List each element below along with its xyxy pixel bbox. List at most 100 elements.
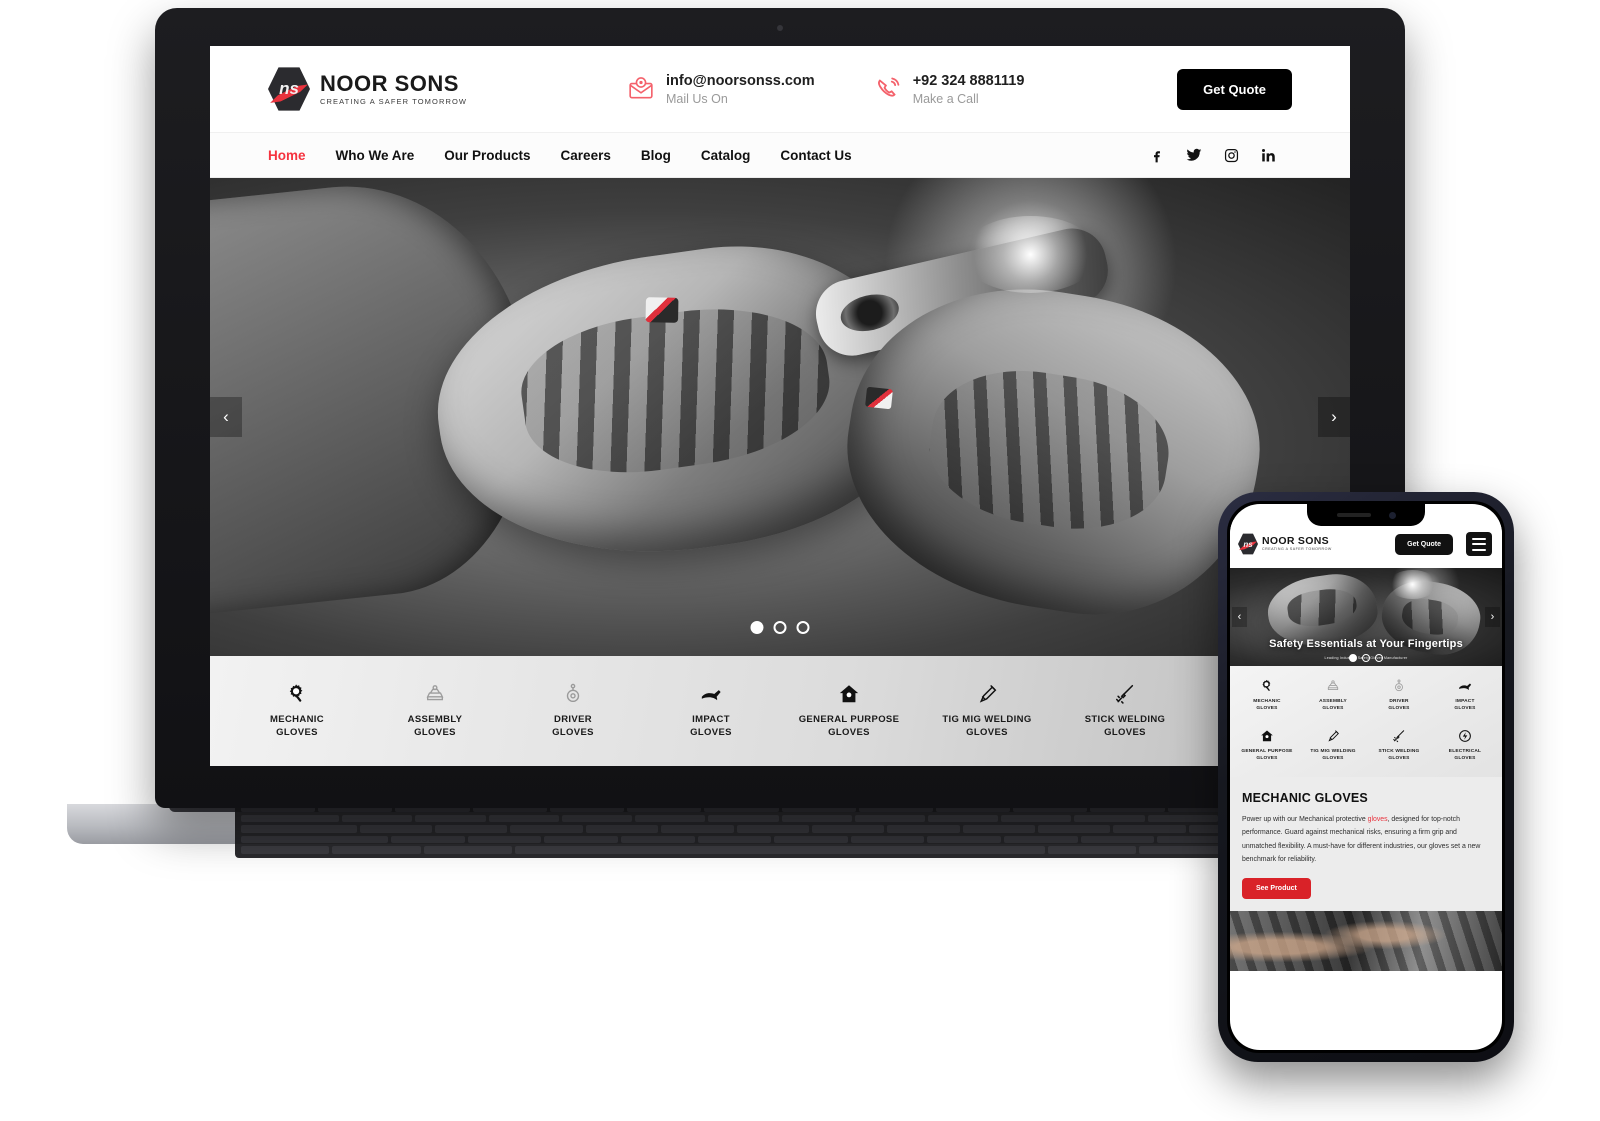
nav-item-careers[interactable]: Careers (561, 148, 611, 163)
mobile-section-title: MECHANIC GLOVES (1242, 790, 1368, 805)
phone-camera (1388, 511, 1396, 519)
nav-item-our-products[interactable]: Our Products (444, 148, 530, 163)
category-label: ASSEMBLY GLOVES (1319, 699, 1347, 711)
header-phone[interactable]: +92 324 8881119 Make a Call (875, 73, 1024, 106)
mobile-category-general-purpose-gloves[interactable]: GENERAL PURPOSE GLOVES (1234, 728, 1300, 762)
hexagon-logo-icon: ns (268, 66, 310, 112)
tig-mig-welding-icon (976, 682, 998, 706)
mobile-bottom-image (1230, 910, 1502, 971)
hero-next-arrow[interactable]: › (1318, 397, 1350, 437)
get-quote-button[interactable]: Get Quote (1177, 68, 1292, 110)
mobile-category-stick-welding-gloves[interactable]: STICK WELDING GLOVES (1366, 728, 1432, 762)
hero-pagination-dots (750, 621, 810, 634)
mobile-hero-flare (1387, 569, 1437, 600)
nav-items: Home Who We Are Our Products Careers Blo… (268, 148, 852, 163)
category-label: STICK WELDING GLOVES (1084, 714, 1166, 738)
category-label: ELECTRICALGLOVES (1448, 749, 1482, 762)
category-label: DRIVER GLOVES (552, 714, 594, 738)
nav-item-who-we-are[interactable]: Who We Are (336, 148, 415, 163)
facebook-icon[interactable] (1149, 148, 1164, 163)
main-navigation: Home Who We Are Our Products Careers Blo… (210, 132, 1350, 178)
mobile-hero-dot-2[interactable] (1362, 654, 1370, 662)
category-impact-gloves[interactable]: IMPACT GLOVES (642, 682, 780, 740)
electrical-gloves-icon (1458, 728, 1472, 744)
nav-item-home[interactable]: Home (268, 148, 306, 163)
mobile-hero-dot-3[interactable] (1375, 654, 1383, 662)
category-assembly-gloves[interactable]: ASSEMBLY GLOVES (366, 682, 504, 740)
hexagon-logo-icon: ns (1238, 533, 1258, 555)
phone-bezel: ns NOOR SONS CREATING A SAFER TOMORROW G… (1227, 501, 1505, 1053)
twitter-icon[interactable] (1186, 147, 1202, 163)
nav-item-contact-us[interactable]: Contact Us (780, 148, 851, 163)
phone-body: ns NOOR SONS CREATING A SAFER TOMORROW G… (1218, 492, 1514, 1062)
mobile-product-section: MECHANIC GLOVES Power up with our Mechan… (1230, 776, 1502, 911)
mobile-brand-logo[interactable]: ns NOOR SONS CREATING A SAFER TOMORROW (1238, 533, 1332, 555)
mobile-hero-dots (1349, 654, 1383, 662)
mobile-hero-slider: ‹ › Safety Essentials at Your Fingertips… (1230, 568, 1502, 666)
hero-dot-2[interactable] (773, 621, 787, 634)
header-contacts: info@noorsonss.com Mail Us On +92 324 88… (628, 73, 1024, 106)
general-gloves-icon (838, 682, 860, 706)
mobile-header: ns NOOR SONS CREATING A SAFER TOMORROW G… (1230, 520, 1502, 568)
brand-name: NOOR SONS (320, 70, 459, 96)
impact-gloves-icon (699, 682, 723, 706)
laptop-screen: ns NOOR SONS CREATING A SAFER TOMORROW i… (210, 46, 1350, 766)
mobile-hero-prev-arrow[interactable]: ‹ (1232, 607, 1247, 627)
category-label: DRIVER GLOVES (1388, 699, 1410, 711)
website-desktop: ns NOOR SONS CREATING A SAFER TOMORROW i… (210, 46, 1350, 766)
logo-monogram: ns (279, 79, 299, 98)
nav-item-catalog[interactable]: Catalog (701, 148, 751, 163)
mobile-hero-caption: Safety Essentials at Your Fingertips (1269, 638, 1463, 650)
hero-prev-arrow[interactable]: ‹ (210, 397, 242, 437)
driver-gloves-icon (562, 682, 584, 706)
mobile-category-grid: MECHANIC GLOVES ASSEMBLY GLOVES DRIVER GLOV… (1230, 666, 1502, 777)
category-label: TIG MIG WELDING GLOVES (1310, 749, 1356, 762)
hero-dot-1[interactable] (750, 621, 764, 634)
laptop-keyboard (235, 800, 1325, 858)
category-tig-mig-welding-gloves[interactable]: TIG MIG WELDING GLOVES (918, 682, 1056, 740)
header-email[interactable]: info@noorsonss.com Mail Us On (628, 73, 815, 106)
nav-item-blog[interactable]: Blog (641, 148, 671, 163)
mobile-category-tig-mig-welding-gloves[interactable]: TIG MIG WELDING GLOVES (1300, 728, 1366, 762)
tig-mig-welding-icon (1326, 728, 1340, 744)
phone-speaker (1336, 513, 1371, 517)
category-label: GENERAL PURPOSE GLOVES (798, 714, 900, 738)
mobile-category-driver-gloves[interactable]: DRIVER GLOVES (1366, 678, 1432, 712)
phone-notch (1307, 504, 1425, 526)
mobile-category-electrical-gloves[interactable]: ELECTRICAL GLOVES (1432, 728, 1498, 762)
category-label: MECHANIC GLOVES (270, 714, 324, 738)
mobile-section-body: Power up with our Mechanical protective … (1242, 813, 1490, 867)
stick-welding-icon (1392, 728, 1406, 744)
hero-dot-3[interactable] (796, 621, 810, 634)
hero-light-flare (962, 216, 1100, 293)
brand-name: NOOR SONS (1262, 534, 1329, 547)
brand-logo[interactable]: ns NOOR SONS CREATING A SAFER TOMORROW (250, 66, 580, 112)
linkedin-icon[interactable] (1261, 148, 1276, 163)
mobile-get-quote-button[interactable]: Get Quote (1395, 533, 1453, 555)
category-driver-gloves[interactable]: DRIVER GLOVES (504, 682, 642, 740)
email-label: Mail Us On (666, 91, 728, 106)
category-general-purpose-gloves[interactable]: GENERAL PURPOSE GLOVES (780, 682, 918, 740)
brand-tagline: CREATING A SAFER TOMORROW (320, 96, 468, 106)
body-text-link[interactable]: gloves (1368, 816, 1388, 823)
instagram-icon[interactable] (1224, 148, 1239, 163)
mobile-category-mechanic-gloves[interactable]: MECHANIC GLOVES (1234, 678, 1300, 712)
category-label: ASSEMBLY GLOVES (407, 714, 463, 738)
stick-welding-icon (1114, 682, 1136, 706)
brand-tagline: CREATING A SAFER TOMORROW (1262, 547, 1332, 552)
impact-gloves-icon (1458, 678, 1472, 694)
category-stick-welding-gloves[interactable]: STICK WELDING GLOVES (1056, 682, 1194, 740)
mobile-category-assembly-gloves[interactable]: ASSEMBLY GLOVES (1300, 678, 1366, 712)
phone-screen: ns NOOR SONS CREATING A SAFER TOMORROW G… (1230, 504, 1502, 1050)
hamburger-menu-icon[interactable] (1466, 532, 1492, 556)
category-mechanic-gloves[interactable]: MECHANIC GLOVES (228, 682, 366, 740)
category-label: IMPACT GLOVES (690, 714, 732, 738)
mobile-category-impact-gloves[interactable]: IMPACT GLOVES (1432, 678, 1498, 712)
general-gloves-icon (1260, 728, 1274, 744)
see-product-button[interactable]: See Product (1242, 877, 1311, 899)
mobile-hero-dot-1[interactable] (1349, 654, 1357, 662)
gear-gloves-icon (1260, 678, 1274, 694)
driver-gloves-icon (1392, 678, 1406, 694)
mobile-hero-next-arrow[interactable]: › (1485, 607, 1500, 627)
category-strip: MECHANIC GLOVES ASSEMBLY GLOVES DRIVER G… (210, 656, 1350, 766)
